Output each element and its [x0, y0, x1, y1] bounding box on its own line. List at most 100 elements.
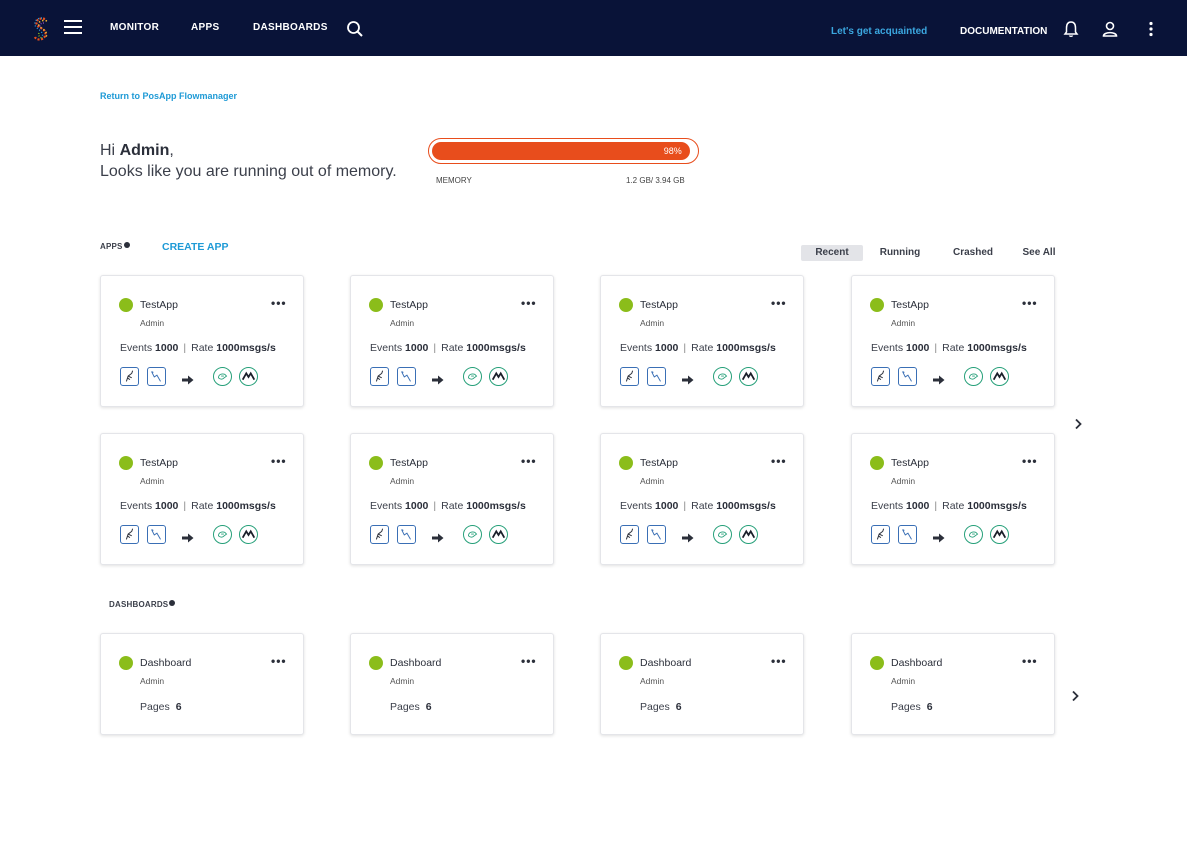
events-value: 1000	[405, 342, 429, 354]
lets-get-acquainted-link[interactable]: Let's get acquainted	[831, 26, 927, 37]
target-mountain-icon[interactable]	[239, 525, 258, 544]
source-adapter-icon[interactable]	[620, 367, 639, 386]
more-dots-icon[interactable]: •••	[271, 455, 287, 467]
target-adapter-icon[interactable]	[964, 525, 983, 544]
create-app-button[interactable]: CREATE APP	[162, 241, 229, 253]
target-adapter-icon[interactable]	[713, 525, 732, 544]
chevron-right-icon[interactable]	[1070, 690, 1080, 702]
app-card[interactable]: TestApp Admin ••• Events 1000 | Rate 1000msgs…	[100, 433, 304, 565]
more-dots-icon[interactable]: •••	[271, 655, 287, 667]
app-name[interactable]: TestApp	[140, 457, 178, 469]
source-flow-icon[interactable]	[647, 367, 666, 386]
rate-value: 1000msgs/s	[716, 342, 776, 354]
source-adapter-icon[interactable]	[871, 525, 890, 544]
nav-apps[interactable]: APPS	[191, 22, 219, 33]
source-adapter-icon[interactable]	[120, 367, 139, 386]
source-adapter-icon[interactable]	[370, 367, 389, 386]
app-card[interactable]: TestApp Admin ••• Events 1000 | Rate 1000msgs…	[851, 433, 1055, 565]
app-card[interactable]: TestApp Admin ••• Events 1000 | Rate 1000msgs…	[350, 275, 554, 407]
target-mountain-icon[interactable]	[489, 525, 508, 544]
app-card[interactable]: TestApp Admin ••• Events 1000 | Rate 1000msgs…	[100, 275, 304, 407]
app-name[interactable]: TestApp	[891, 299, 929, 311]
source-adapter-icon[interactable]	[370, 525, 389, 544]
more-dots-icon[interactable]: •••	[1022, 455, 1038, 467]
target-adapter-icon[interactable]	[213, 525, 232, 544]
memory-label: MEMORY	[436, 176, 472, 185]
return-link[interactable]: Return to PosApp Flowmanager	[100, 91, 237, 101]
app-card[interactable]: TestApp Admin ••• Events 1000 | Rate 1000msgs…	[600, 275, 804, 407]
dashboard-name[interactable]: Dashboard	[891, 657, 942, 669]
user-icon[interactable]	[1101, 20, 1119, 38]
target-mountain-icon[interactable]	[739, 525, 758, 544]
target-mountain-icon[interactable]	[990, 525, 1009, 544]
more-dots-icon[interactable]: •••	[521, 655, 537, 667]
more-dots-icon[interactable]: •••	[1022, 297, 1038, 309]
search-icon[interactable]	[346, 20, 364, 38]
source-flow-icon[interactable]	[147, 525, 166, 544]
dashboard-name[interactable]: Dashboard	[640, 657, 691, 669]
filter-see-all[interactable]: See All	[1018, 245, 1060, 261]
dashboard-name[interactable]: Dashboard	[140, 657, 191, 669]
target-adapter-icon[interactable]	[213, 367, 232, 386]
app-card[interactable]: TestApp Admin ••• Events 1000 | Rate 1000msgs…	[350, 433, 554, 565]
app-name[interactable]: TestApp	[140, 299, 178, 311]
app-name[interactable]: TestApp	[390, 299, 428, 311]
source-flow-icon[interactable]	[397, 367, 416, 386]
info-icon[interactable]	[123, 242, 130, 248]
more-dots-icon[interactable]: •••	[771, 297, 787, 309]
info-icon[interactable]	[169, 600, 176, 606]
hamburger-icon[interactable]	[64, 20, 82, 36]
more-dots-icon[interactable]: •••	[771, 655, 787, 667]
target-mountain-icon[interactable]	[990, 367, 1009, 386]
app-name[interactable]: TestApp	[390, 457, 428, 469]
filter-crashed[interactable]: Crashed	[948, 245, 998, 261]
dashboard-card[interactable]: Dashboard Admin ••• Pages 6	[600, 633, 804, 735]
source-adapter-icon[interactable]	[620, 525, 639, 544]
more-dots-icon[interactable]: •••	[521, 297, 537, 309]
app-card[interactable]: TestApp Admin ••• Events 1000 | Rate 1000msgs…	[851, 275, 1055, 407]
more-dots-icon[interactable]: •••	[521, 455, 537, 467]
source-flow-icon[interactable]	[397, 525, 416, 544]
nav-monitor[interactable]: MONITOR	[110, 22, 159, 33]
more-dots-icon[interactable]: •••	[271, 297, 287, 309]
source-flow-icon[interactable]	[647, 525, 666, 544]
target-mountain-icon[interactable]	[739, 367, 758, 386]
striim-logo-icon[interactable]	[30, 15, 52, 43]
greeting-line: Hi Admin,	[100, 140, 397, 161]
target-adapter-icon[interactable]	[713, 367, 732, 386]
rate-value: 1000msgs/s	[216, 342, 276, 354]
chevron-right-icon[interactable]	[1073, 418, 1083, 430]
rate-label: Rate	[191, 500, 214, 512]
status-indicator	[369, 456, 383, 470]
target-mountain-icon[interactable]	[489, 367, 508, 386]
bell-icon[interactable]	[1062, 20, 1080, 38]
target-adapter-icon[interactable]	[964, 367, 983, 386]
source-flow-icon[interactable]	[898, 525, 917, 544]
source-adapter-icon[interactable]	[120, 525, 139, 544]
target-adapter-icon[interactable]	[463, 367, 482, 386]
source-flow-icon[interactable]	[147, 367, 166, 386]
dashboard-card[interactable]: Dashboard Admin ••• Pages 6	[100, 633, 304, 735]
more-dots-icon[interactable]: •••	[771, 455, 787, 467]
filter-recent[interactable]: Recent	[801, 245, 863, 261]
documentation-link[interactable]: DOCUMENTATION	[960, 26, 1047, 37]
source-adapter-icon[interactable]	[871, 367, 890, 386]
nav-dashboards[interactable]: DASHBOARDS	[253, 22, 328, 33]
target-adapter-icon[interactable]	[463, 525, 482, 544]
rate-value: 1000msgs/s	[716, 500, 776, 512]
kebab-menu-icon[interactable]	[1142, 20, 1160, 38]
app-card[interactable]: TestApp Admin ••• Events 1000 | Rate 1000msgs…	[600, 433, 804, 565]
app-name[interactable]: TestApp	[640, 457, 678, 469]
filter-running[interactable]: Running	[874, 245, 926, 261]
more-dots-icon[interactable]: •••	[1022, 655, 1038, 667]
target-mountain-icon[interactable]	[239, 367, 258, 386]
app-name[interactable]: TestApp	[640, 299, 678, 311]
app-name[interactable]: TestApp	[891, 457, 929, 469]
dashboard-card[interactable]: Dashboard Admin ••• Pages 6	[350, 633, 554, 735]
events-label: Events	[871, 500, 904, 512]
dashboard-card[interactable]: Dashboard Admin ••• Pages 6	[851, 633, 1055, 735]
events-value: 1000	[405, 500, 429, 512]
dashboard-name[interactable]: Dashboard	[390, 657, 441, 669]
source-flow-icon[interactable]	[898, 367, 917, 386]
pages-label: Pages	[891, 701, 921, 713]
